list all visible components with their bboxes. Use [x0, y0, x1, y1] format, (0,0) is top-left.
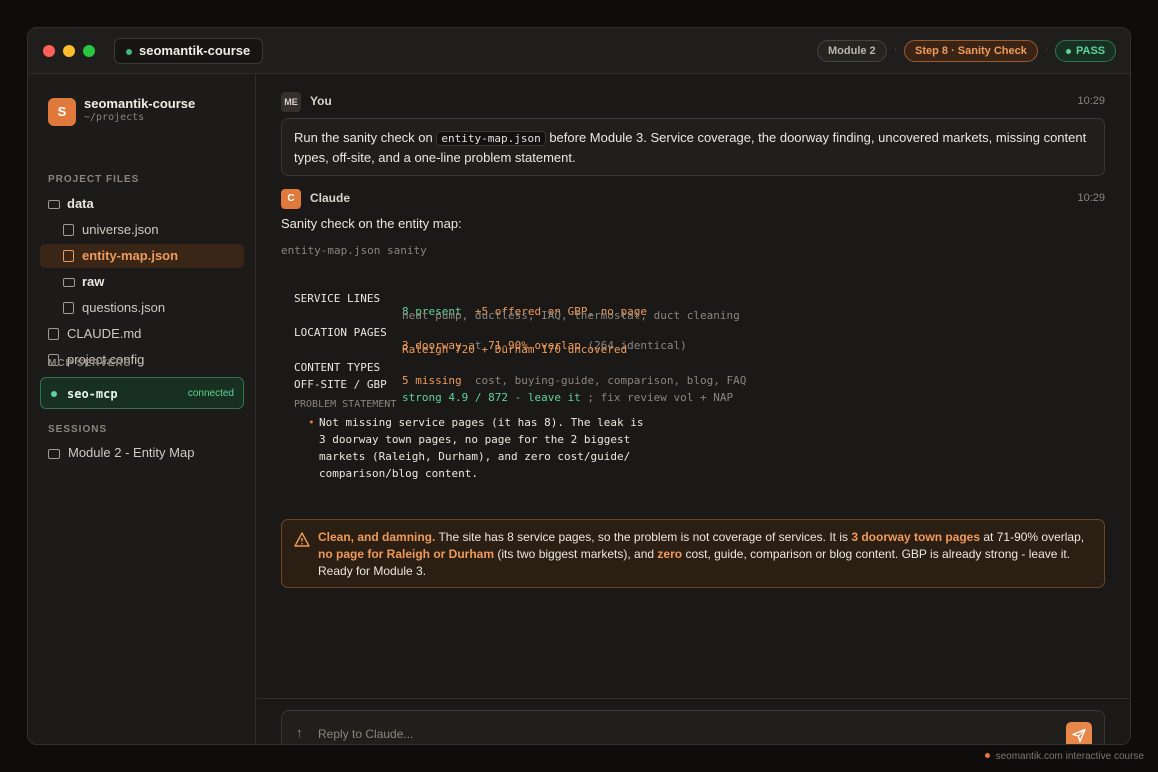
project-avatar: S — [48, 98, 76, 126]
sessions-label: SESSIONS — [48, 424, 108, 435]
tree-file-questions[interactable]: questions.json — [40, 296, 244, 320]
problem-statement-label: PROBLEM STATEMENT — [294, 399, 397, 410]
minimize-window-button[interactable] — [63, 45, 75, 57]
file-icon — [63, 250, 74, 262]
send-button[interactable] — [1066, 722, 1092, 744]
folder-icon — [48, 200, 60, 209]
footer-credit: seomantik.com interactive course — [984, 751, 1144, 762]
status-badge-label: PASS — [1076, 45, 1106, 57]
status-dot-icon — [1066, 49, 1071, 54]
tree-file-universe[interactable]: universe.json — [40, 218, 244, 242]
message-time: 10:29 — [1077, 95, 1105, 107]
callout-lead: Clean, and damning. — [318, 530, 436, 544]
chat-panel: ME You 10:29 Run the sanity check on ent… — [257, 74, 1130, 744]
close-window-button[interactable] — [43, 45, 55, 57]
footer-dot-icon — [984, 753, 990, 758]
message-time: 10:29 — [1077, 192, 1105, 204]
window-title: seomantik-course — [139, 43, 251, 58]
tree-item-label: CLAUDE.md — [67, 326, 142, 341]
warning-icon — [294, 532, 310, 547]
callout-highlight: zero — [657, 547, 683, 561]
file-icon — [48, 328, 59, 340]
arrow-up-icon: ↑ — [296, 725, 303, 740]
user-avatar: ME — [281, 92, 301, 112]
callout-text-part: The site has 8 service pages, so the pro… — [435, 530, 852, 544]
mcp-server-status: connected — [187, 388, 234, 399]
file-icon — [63, 302, 74, 314]
callout-highlight: 3 doorway town pages — [851, 530, 981, 544]
send-icon — [1072, 728, 1086, 743]
problem-line: Not missing service pages (it has 8). Th… — [319, 416, 644, 429]
step-badge: Step 8 · Sanity Check — [904, 40, 1038, 62]
connected-dot-icon — [51, 391, 57, 397]
tree-file-entity-map[interactable]: entity-map.json — [40, 244, 244, 268]
problem-line: 3 doorway town pages, no page for the 2 … — [319, 433, 631, 446]
app-window: seomantik-course Module 2 · Step 8 · San… — [27, 27, 1131, 745]
callout-text-part: (its two biggest markets), and — [494, 547, 658, 561]
mcp-server-item[interactable]: seo-mcp connected — [40, 377, 244, 409]
badge-separator: · — [1045, 44, 1049, 55]
row-value: ; fix review vol + NAP — [580, 391, 734, 404]
tree-item-label: data — [67, 196, 94, 211]
chat-bubble-icon — [48, 449, 60, 459]
row-value: cost, buying-guide, comparison, blog, FA… — [461, 374, 747, 387]
reply-input[interactable]: ↑ Reply to Claude... — [281, 710, 1105, 744]
footer-text: seomantik.com interactive course — [995, 751, 1144, 762]
mcp-servers-label: MCP SERVERS — [48, 358, 132, 369]
user-message: Run the sanity check on entity-map.json … — [281, 118, 1105, 176]
message-text: Run the sanity check on — [294, 130, 437, 145]
tree-item-label: universe.json — [82, 222, 159, 237]
claude-avatar: C — [281, 189, 301, 209]
project-files-label: PROJECT FILES — [48, 174, 140, 185]
tree-item-label: raw — [82, 274, 105, 289]
maximize-window-button[interactable] — [83, 45, 95, 57]
status-badge: PASS — [1055, 40, 1117, 62]
row-value: 5 missing — [402, 374, 462, 387]
reply-placeholder: Reply to Claude... — [318, 727, 414, 741]
tree-file-claude-md[interactable]: CLAUDE.md — [40, 322, 244, 346]
bullet-icon: • — [308, 416, 315, 429]
user-name: You — [310, 94, 332, 108]
callout-text-part: at 71-90% overlap, — [980, 530, 1085, 544]
tree-item-label: questions.json — [82, 300, 166, 315]
title-bar: seomantik-course Module 2 · Step 8 · San… — [28, 28, 1130, 74]
module-badge: Module 2 — [817, 40, 887, 62]
tree-folder-data[interactable]: data — [40, 192, 244, 216]
code-block-caption: entity-map.json sanity — [281, 244, 427, 257]
status-dot-icon — [126, 49, 132, 55]
inline-code: entity-map.json — [436, 131, 546, 146]
callout-highlight: no page for Raleigh or Durham — [318, 547, 495, 561]
row-sub: heat pump, ductless, IAQ, thermostat, du… — [402, 309, 740, 322]
assistant-intro: Sanity check on the entity map: — [281, 216, 462, 231]
composer-divider — [257, 698, 1130, 699]
folder-icon — [63, 278, 75, 287]
assistant-name: Claude — [310, 191, 351, 205]
summary-callout: Clean, and damning. The site has 8 servi… — [281, 519, 1105, 588]
problem-line: markets (Raleigh, Durham), and zero cost… — [319, 450, 631, 463]
problem-line: comparison/blog content. — [319, 467, 478, 480]
sidebar: S seomantik-course ~/projects PROJECT FI… — [28, 74, 256, 744]
project-title-chip[interactable]: seomantik-course — [114, 38, 264, 64]
file-icon — [63, 224, 74, 236]
callout-text: Clean, and damning. The site has 8 servi… — [318, 529, 1094, 580]
tree-folder-raw[interactable]: raw — [40, 270, 244, 294]
session-label: Module 2 - Entity Map — [68, 445, 195, 460]
project-path: ~/projects — [84, 112, 145, 123]
badge-separator: · — [894, 44, 898, 55]
project-name: seomantik-course — [84, 96, 196, 111]
row-key: OFF-SITE / GBP — [294, 378, 387, 391]
row-value: strong 4.9 / 872 - leave it — [402, 391, 581, 404]
tree-item-label: entity-map.json — [82, 248, 179, 263]
mcp-server-name: seo-mcp — [67, 387, 118, 401]
row-sub: Raleigh 720 + Durham 170 uncovered — [402, 343, 628, 356]
